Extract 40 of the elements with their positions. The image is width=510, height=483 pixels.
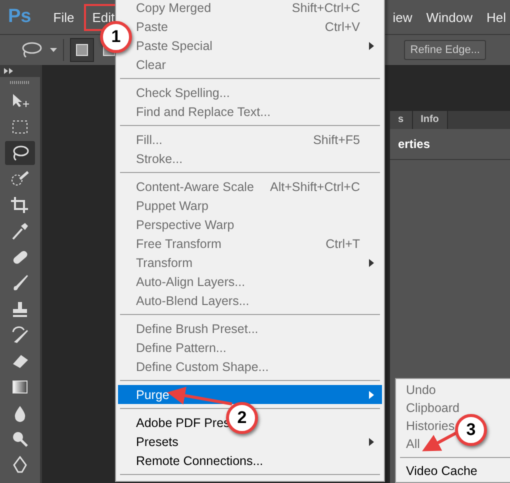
menu-item[interactable]: iew	[388, 4, 416, 30]
shortcut-label: Ctrl+T	[326, 236, 360, 250]
crop-icon	[10, 196, 30, 214]
panel-tab[interactable]: s	[390, 111, 413, 129]
quick-select-icon	[10, 170, 30, 188]
submenu-arrow-icon	[369, 438, 374, 446]
menu-item[interactable]: File	[45, 4, 82, 30]
magnifier-icon	[10, 430, 30, 448]
gradient-icon	[10, 378, 30, 396]
menu-item[interactable]: Window	[422, 4, 476, 30]
grip-icon	[10, 81, 30, 84]
shortcut-label: Shift+F5	[313, 132, 360, 146]
lasso-icon[interactable]	[20, 42, 42, 58]
menu-item[interactable]: Remote Connections...	[136, 454, 264, 468]
marquee-icon	[10, 118, 30, 136]
stamp-icon	[10, 300, 30, 318]
history-brush-icon	[10, 326, 30, 344]
panel-tab[interactable]: Info	[412, 111, 448, 129]
caret-icon[interactable]	[50, 48, 57, 52]
menu-item[interactable]: Presets	[136, 434, 178, 448]
submenu-arrow-icon	[369, 390, 374, 398]
eyedropper-icon	[10, 222, 30, 240]
callout-arrow	[167, 386, 232, 406]
menu-item[interactable]: Video Cache	[404, 462, 480, 480]
app-logo[interactable]: Ps	[8, 6, 32, 28]
menu-item[interactable]: Hel	[482, 4, 510, 30]
highlighted-menu-row[interactable]: Purge	[118, 385, 382, 404]
collapse-icon[interactable]	[4, 68, 13, 74]
move-icon	[10, 92, 30, 110]
refine-edge-button[interactable]: Refine Edge...	[404, 40, 486, 60]
new-selection-button[interactable]	[70, 38, 94, 62]
eraser-icon	[10, 352, 30, 370]
panel-title: erties	[390, 129, 510, 160]
shortcut-label: Shift+Ctrl+C	[292, 0, 360, 14]
shortcut-label: Alt+Shift+Ctrl+C	[270, 180, 360, 194]
menu-item[interactable]: Purge	[136, 388, 170, 402]
submenu-arrow-icon	[369, 42, 374, 50]
lasso-tool-button[interactable]	[5, 141, 35, 165]
submenu-arrow-icon	[369, 258, 374, 266]
shortcut-label: Ctrl+V	[324, 20, 360, 34]
